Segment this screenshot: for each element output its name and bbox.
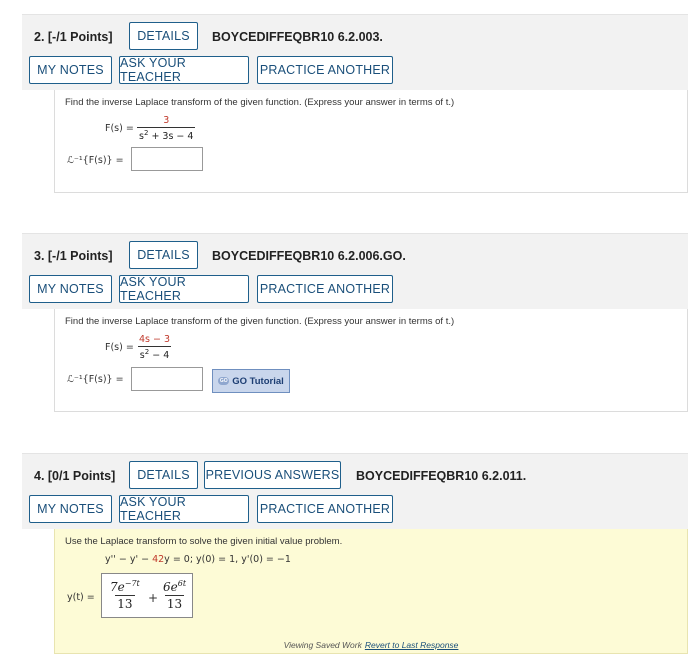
my-notes-button[interactable]: MY NOTES [29, 56, 112, 84]
question-4-body: Use the Laplace transform to solve the g… [54, 529, 688, 654]
details-button[interactable]: DETAILS [129, 461, 198, 489]
question-code: BOYCEDIFFEQBR10 6.2.011. [356, 469, 527, 483]
question-title: 3. [-/1 Points] [34, 249, 113, 263]
details-button[interactable]: DETAILS [129, 22, 198, 50]
fraction-numerator: 4s − 3 [139, 334, 171, 345]
term-1-denominator: 13 [115, 595, 135, 611]
practice-another-button[interactable]: PRACTICE ANOTHER [257, 56, 393, 84]
fraction-numerator: 3 [163, 115, 170, 126]
answer-label: ℒ⁻¹{F(s)} = [67, 155, 124, 166]
go-tutorial-icon: GO [218, 377, 230, 385]
answer-term-1: 7e−7t 13 [108, 579, 142, 611]
question-title: 2. [-/1 Points] [34, 30, 113, 44]
question-prompt: Find the inverse Laplace transform of th… [65, 97, 455, 108]
question-prompt: Use the Laplace transform to solve the g… [65, 536, 343, 547]
function-lhs: F(s) = [105, 123, 134, 134]
footer-text: Viewing Saved Work [283, 640, 362, 650]
fraction-denominator: s2 + 3s − 4 [137, 127, 196, 143]
practice-another-button[interactable]: PRACTICE ANOTHER [257, 495, 393, 523]
question-prompt: Find the inverse Laplace transform of th… [65, 316, 455, 327]
answer-input[interactable]: 7e−7t 13 + 6e6t 13 [101, 573, 193, 618]
go-tutorial-button[interactable]: GO GO Tutorial [212, 369, 290, 393]
den-rest: − 4 [149, 350, 170, 362]
my-notes-button[interactable]: MY NOTES [29, 495, 112, 523]
previous-answers-button[interactable]: PREVIOUS ANSWERS [204, 461, 341, 489]
answer-input[interactable] [131, 147, 203, 171]
term-2-exponent: 6t [177, 579, 187, 588]
fraction-denominator: s2 − 4 [137, 346, 172, 362]
question-code: BOYCEDIFFEQBR10 6.2.003. [212, 30, 383, 44]
question-3-body: Find the inverse Laplace transform of th… [54, 309, 688, 412]
question-2-body: Find the inverse Laplace transform of th… [54, 90, 688, 193]
initial-value-equation: y'' − y' − 42y = 0; y(0) = 1, y'(0) = −1 [105, 554, 291, 565]
equation-part: y = 0; y(0) = 1, y'(0) = −1 [164, 554, 291, 565]
den-rest: + 3s − 4 [148, 131, 194, 143]
term-1-exponent: −7t [124, 579, 140, 588]
answer-term-2: 6e6t 13 [161, 579, 188, 611]
equation-coefficient: 42 [152, 554, 165, 565]
ask-teacher-button[interactable]: ASK YOUR TEACHER [119, 495, 249, 523]
revert-link[interactable]: Revert to Last Response [365, 640, 459, 650]
term-2-base: 6e [163, 580, 178, 594]
function-fraction: 3 s2 + 3s − 4 [137, 115, 196, 143]
function-fraction: 4s − 3 s2 − 4 [137, 334, 172, 361]
plus-sign: + [148, 591, 159, 605]
question-4-header: 4. [0/1 Points] DETAILS PREVIOUS ANSWERS… [22, 453, 688, 529]
term-2-numerator: 6e6t [161, 579, 188, 595]
question-2-header: 2. [-/1 Points] DETAILS BOYCEDIFFEQBR10 … [22, 14, 688, 90]
saved-work-footer: Viewing Saved Work Revert to Last Respons… [55, 637, 687, 653]
my-notes-button[interactable]: MY NOTES [29, 275, 112, 303]
ask-teacher-button[interactable]: ASK YOUR TEACHER [119, 275, 249, 303]
question-3-header: 3. [-/1 Points] DETAILS BOYCEDIFFEQBR10 … [22, 233, 688, 309]
equation-part: y'' − y' − [105, 554, 153, 565]
function-lhs: F(s) = [105, 342, 134, 353]
details-button[interactable]: DETAILS [129, 241, 198, 269]
term-1-numerator: 7e−7t [108, 579, 142, 595]
question-title: 4. [0/1 Points] [34, 469, 116, 483]
practice-another-button[interactable]: PRACTICE ANOTHER [257, 275, 393, 303]
go-tutorial-label: GO Tutorial [232, 375, 284, 387]
answer-label: ℒ⁻¹{F(s)} = [67, 374, 124, 385]
answer-input[interactable] [131, 367, 203, 391]
ask-teacher-button[interactable]: ASK YOUR TEACHER [119, 56, 249, 84]
term-1-base: 7e [110, 580, 125, 594]
question-code: BOYCEDIFFEQBR10 6.2.006.GO. [212, 249, 406, 263]
answer-label: y(t) = [67, 592, 95, 603]
term-2-denominator: 13 [164, 595, 185, 611]
